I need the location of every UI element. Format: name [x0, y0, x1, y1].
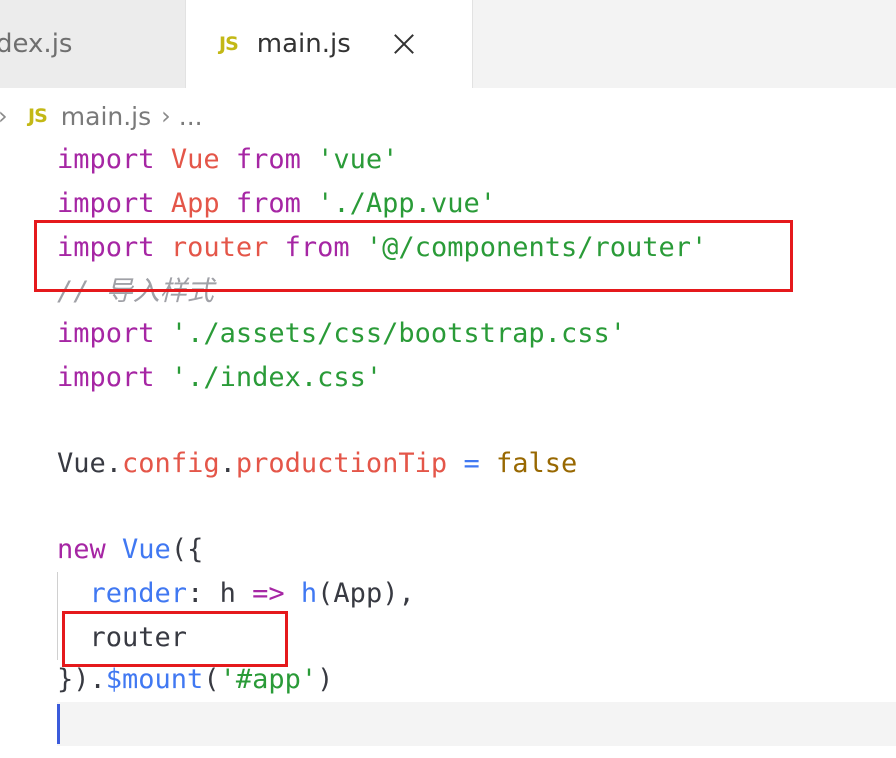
tab-main-js[interactable]: JS main.js: [186, 0, 473, 88]
js-file-icon: JS: [219, 33, 239, 55]
code-line-12: router: [89, 622, 188, 653]
code-line-2: import App from './App.vue': [57, 188, 496, 219]
code-line-13: }).$mount('#app'): [57, 664, 334, 695]
code-line-6: import './index.css': [57, 362, 383, 393]
code-line-10: new Vue({: [57, 534, 204, 565]
js-file-icon: JS: [28, 105, 48, 127]
code-line-3: import router from '@/components/router': [57, 232, 708, 263]
code-editor[interactable]: import Vue from 'vue' import App from '.…: [0, 138, 896, 758]
chevron-right-icon: ›: [0, 102, 12, 130]
text-cursor: [57, 704, 60, 744]
code-line-11: render: h => h(App),: [89, 578, 415, 609]
close-icon[interactable]: [393, 33, 415, 55]
chevron-right-icon: ›: [161, 102, 171, 130]
editor-tab-bar: dex.js JS main.js: [0, 0, 896, 88]
breadcrumb-symbols[interactable]: ...: [179, 102, 203, 131]
code-line-5: import './assets/css/bootstrap.css': [57, 318, 626, 349]
tab-label: main.js: [256, 29, 351, 59]
tab-index-js[interactable]: dex.js: [0, 0, 186, 88]
code-line-4-comment: // 导入样式: [57, 276, 214, 307]
code-line-1: import Vue from 'vue': [57, 144, 399, 175]
current-line-highlight: [57, 702, 896, 746]
code-line-8: Vue.config.productionTip = false: [57, 448, 578, 479]
tab-label: dex.js: [0, 29, 73, 59]
breadcrumb-file[interactable]: main.js: [61, 102, 151, 131]
breadcrumb: › JS main.js › ...: [0, 94, 896, 138]
